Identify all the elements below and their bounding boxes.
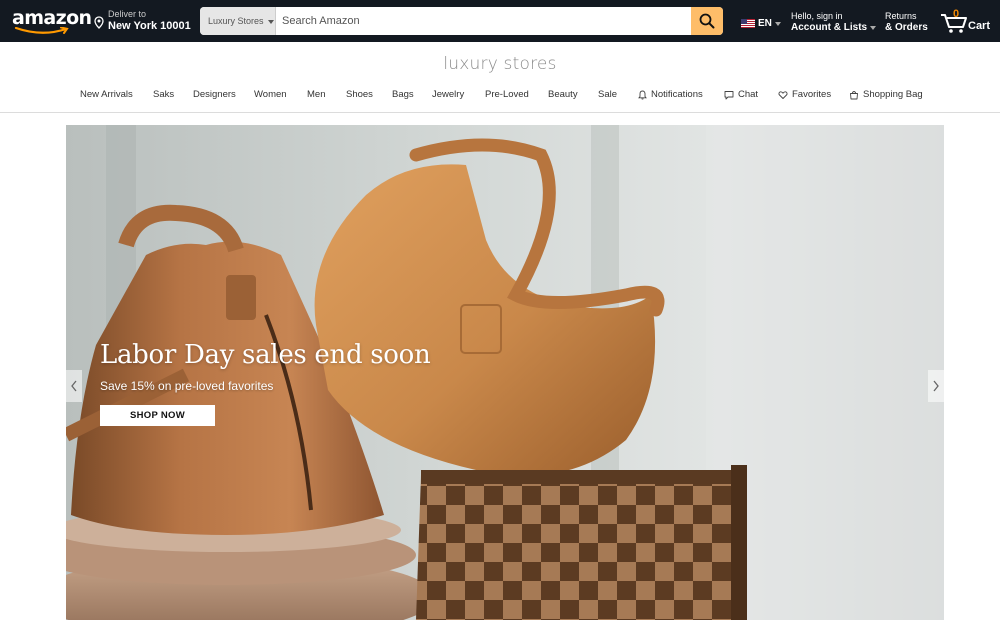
language-label: EN xyxy=(758,18,772,29)
nav-label: Sale xyxy=(598,89,618,100)
nav-chat[interactable]: Chat xyxy=(724,89,758,100)
top-navigation-bar: amazon Deliver to New York 10001 Luxury … xyxy=(0,0,1000,42)
shopping-bag-icon xyxy=(850,90,858,99)
nav-jewelry[interactable]: Jewelry xyxy=(432,89,464,100)
cart-button[interactable]: 0 Cart xyxy=(940,8,992,35)
nav-beauty[interactable]: Beauty xyxy=(548,89,578,100)
nav-bags[interactable]: Bags xyxy=(392,89,414,100)
nav-pre-loved[interactable]: Pre-Loved xyxy=(485,89,529,100)
nav-shoes[interactable]: Shoes xyxy=(346,89,373,100)
nav-favorites[interactable]: Favorites xyxy=(778,89,831,100)
nav-notifications[interactable]: Notifications xyxy=(638,89,703,100)
nav-men[interactable]: Men xyxy=(307,89,325,100)
nav-label: Men xyxy=(307,89,326,100)
search-input[interactable] xyxy=(276,7,691,35)
carousel-prev-button[interactable] xyxy=(66,370,82,402)
hero-image-handbags xyxy=(66,125,944,620)
caret-down-icon xyxy=(267,19,274,24)
search-category-label: Luxury Stores xyxy=(208,16,264,26)
us-flag-icon xyxy=(741,19,755,28)
nav-designers[interactable]: Designers xyxy=(193,89,236,100)
shop-now-button[interactable]: SHOP NOW xyxy=(100,405,215,426)
account-greeting: Hello, sign in xyxy=(791,11,843,21)
deliver-label: Deliver to xyxy=(108,9,147,19)
amazon-smile-icon xyxy=(14,27,69,34)
carousel-next-button[interactable] xyxy=(928,370,944,402)
chat-icon xyxy=(724,90,734,99)
amazon-logo-text: amazon xyxy=(12,7,92,29)
nav-label: Bags xyxy=(392,89,414,100)
nav-label: Saks xyxy=(153,89,175,100)
nav-label: Jewelry xyxy=(432,89,465,100)
nav-label: Pre-Loved xyxy=(485,89,529,100)
search-icon xyxy=(699,13,715,29)
nav-label: Chat xyxy=(738,89,759,100)
cart-count: 0 xyxy=(953,8,960,20)
cart-label: Cart xyxy=(968,20,991,32)
nav-label: Beauty xyxy=(548,89,578,100)
nav-label: Favorites xyxy=(792,89,832,100)
search-category-dropdown[interactable]: Luxury Stores xyxy=(200,7,276,35)
returns-label: Returns xyxy=(885,11,917,21)
location-pin-icon xyxy=(94,16,104,29)
nav-label: Notifications xyxy=(651,89,703,100)
returns-and-orders[interactable]: Returns & Orders xyxy=(885,11,928,34)
search-button[interactable] xyxy=(691,7,723,35)
heart-icon xyxy=(778,90,788,99)
chevron-left-icon xyxy=(71,380,77,392)
nav-label: Shoes xyxy=(346,89,373,100)
nav-label: Designers xyxy=(193,89,236,100)
nav-new-arrivals[interactable]: New Arrivals xyxy=(80,89,133,100)
hero-banner[interactable]: Labor Day sales end soon Save 15% on pre… xyxy=(66,125,944,620)
account-label: Account & Lists xyxy=(791,22,877,34)
nav-sale[interactable]: Sale xyxy=(598,89,617,100)
deliver-location: New York 10001 xyxy=(108,20,191,32)
chevron-right-icon xyxy=(933,380,939,392)
orders-label: & Orders xyxy=(885,22,928,33)
caret-down-icon xyxy=(870,26,877,30)
nav-label: New Arrivals xyxy=(80,89,133,100)
hero-subtext: Save 15% on pre-loved favorites xyxy=(100,379,274,393)
header-divider xyxy=(0,112,1000,113)
nav-women[interactable]: Women xyxy=(254,89,287,100)
nav-saks[interactable]: Saks xyxy=(153,89,174,100)
bell-icon xyxy=(638,90,647,100)
nav-shopping-bag[interactable]: Shopping Bag xyxy=(849,89,923,100)
luxury-stores-title[interactable]: luxury stores xyxy=(0,54,1000,74)
hero-headline: Labor Day sales end soon xyxy=(100,340,431,370)
nav-label: Women xyxy=(254,89,287,100)
language-selector[interactable]: EN xyxy=(741,18,781,29)
caret-down-icon xyxy=(774,21,781,26)
store-category-nav: New Arrivals Saks Designers Women Men Sh… xyxy=(0,89,1000,103)
account-and-lists[interactable]: Hello, sign in Account & Lists xyxy=(791,11,877,34)
amazon-logo[interactable]: amazon xyxy=(12,7,92,37)
search-bar: Luxury Stores xyxy=(200,7,723,35)
nav-label: Shopping Bag xyxy=(863,89,923,100)
